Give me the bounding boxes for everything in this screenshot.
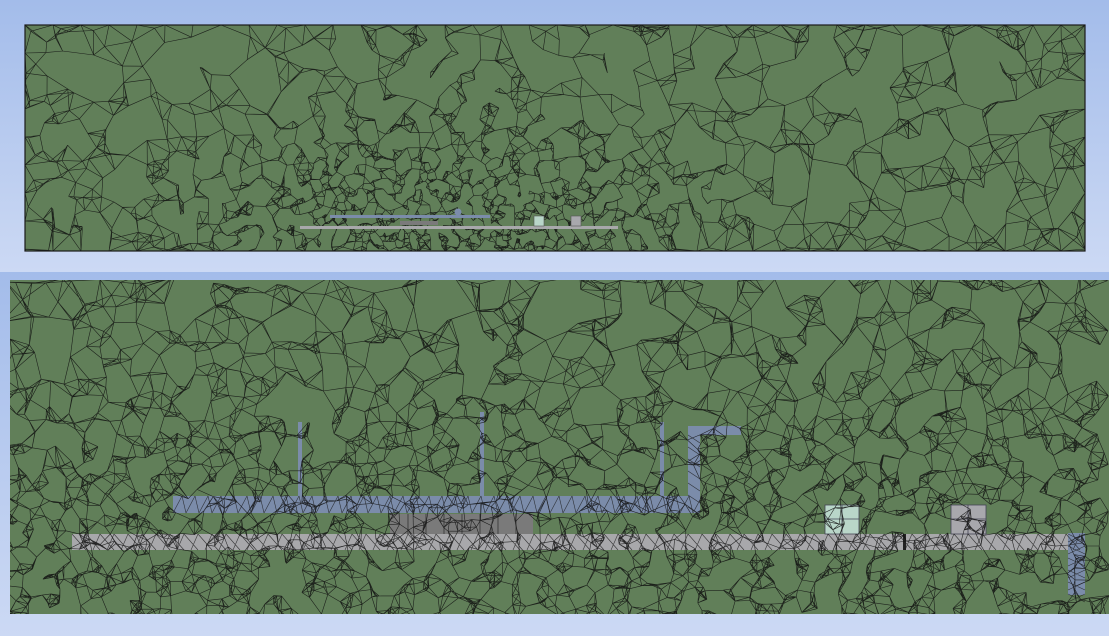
overview-viewport[interactable]	[0, 0, 1109, 272]
overview-mesh-view[interactable]	[0, 0, 1109, 272]
overview-heater-chip-block	[400, 221, 438, 225]
detail-mesh-view[interactable]	[0, 272, 1109, 636]
detail-viewport[interactable]	[0, 272, 1109, 636]
overview-manifold-port	[454, 208, 462, 216]
probe-3	[660, 422, 664, 497]
overview-component-block-green	[533, 215, 545, 227]
probe-2	[480, 412, 484, 497]
overview-component-block-gray	[570, 215, 582, 227]
overview-substrate-plate	[300, 226, 618, 229]
overview-gas-manifold	[330, 215, 490, 218]
